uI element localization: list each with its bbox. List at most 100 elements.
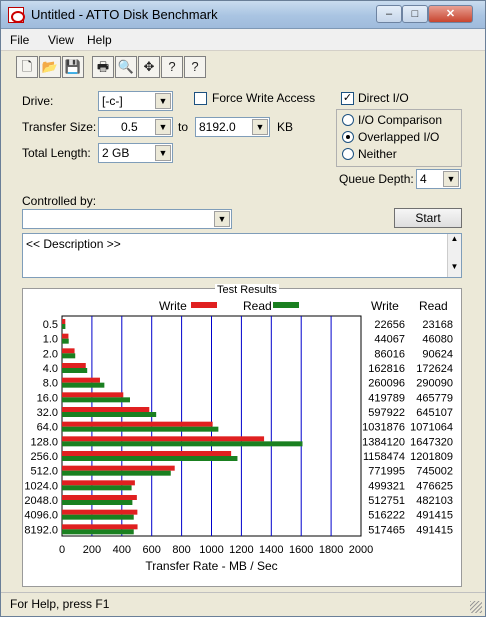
write-value: 162816 [368, 363, 405, 375]
atto-app-icon[interactable] [8, 7, 25, 23]
overlapped-io-radio[interactable] [342, 131, 354, 143]
resize-grip-icon[interactable] [470, 601, 482, 613]
close-button[interactable]: ✕ [428, 5, 473, 23]
minimize-button[interactable]: – [376, 5, 402, 23]
print-preview-icon[interactable]: 🔍 [115, 56, 137, 78]
read-value: 491415 [416, 510, 453, 522]
category-label: 2048.0 [24, 495, 58, 507]
write-value: 516222 [368, 510, 405, 522]
category-label: 1024.0 [24, 480, 58, 492]
chevron-down-icon[interactable]: ▼ [214, 211, 230, 227]
category-label: 16.0 [37, 392, 58, 404]
direct-io-label: Direct I/O [358, 91, 409, 105]
window-title: Untitled - ATTO Disk Benchmark [31, 7, 218, 22]
drive-value: [-c-] [102, 94, 123, 108]
read-value: 645107 [416, 407, 453, 419]
chevron-down-icon[interactable]: ▼ [155, 145, 171, 161]
queue-depth-select[interactable]: 4 ▼ [416, 169, 461, 189]
controlled-by-select[interactable]: ▼ [22, 209, 232, 229]
save-icon[interactable]: 💾 [62, 56, 84, 78]
test-results-panel: Write Read Write Read 0 200 400 600 800 1000 1200 1… [22, 288, 462, 587]
write-value: 1384120 [362, 436, 405, 448]
write-bar [62, 480, 135, 486]
scroll-down-icon[interactable]: ▼ [448, 262, 461, 271]
write-value: 419789 [368, 392, 405, 404]
read-value: 1201809 [410, 451, 453, 463]
write-bar [62, 509, 138, 515]
write-bar [62, 524, 138, 530]
read-bar [62, 514, 134, 520]
category-label: 4096.0 [24, 510, 58, 522]
read-bar [62, 456, 238, 461]
direct-io-checkbox[interactable]: ✓ [341, 92, 354, 105]
test-results-title: Test Results [215, 284, 279, 296]
chevron-down-icon[interactable]: ▼ [155, 93, 171, 109]
read-bar [62, 368, 88, 373]
scroll-up-icon[interactable]: ▲ [448, 234, 461, 243]
read-value: 476625 [416, 480, 453, 492]
x-tick-label: 1200 [229, 544, 253, 556]
x-tick-label: 1800 [319, 544, 343, 556]
menu-file[interactable]: File [10, 33, 29, 47]
status-text: For Help, press F1 [10, 597, 110, 611]
read-bar [62, 397, 131, 403]
drive-select[interactable]: [-c-] ▼ [98, 91, 173, 111]
category-label: 32.0 [37, 407, 58, 419]
overlapped-io-label: Overlapped I/O [358, 130, 440, 144]
category-label: 512.0 [30, 466, 58, 478]
app-window: Untitled - ATTO Disk Benchmark – □ ✕ Fil… [0, 0, 486, 617]
menu-help[interactable]: Help [87, 33, 112, 47]
move-icon[interactable]: ✥ [138, 56, 160, 78]
write-value: 771995 [368, 466, 405, 478]
write-column-header: Write [371, 299, 399, 313]
transfer-size-to-label: to [178, 120, 189, 134]
title-bar[interactable]: Untitled - ATTO Disk Benchmark – □ ✕ [1, 1, 485, 29]
x-tick-label: 600 [143, 544, 161, 556]
controlled-by-label: Controlled by: [22, 194, 97, 208]
force-write-label: Force Write Access [212, 91, 316, 105]
chevron-down-icon[interactable]: ▼ [252, 119, 268, 135]
neither-label: Neither [358, 147, 397, 161]
read-value: 23168 [422, 319, 453, 331]
read-bar [62, 529, 134, 535]
help-icon[interactable]: ? [161, 56, 183, 78]
maximize-button[interactable]: □ [402, 5, 428, 23]
read-bar [62, 324, 66, 329]
force-write-checkbox[interactable] [194, 92, 207, 105]
status-bar: For Help, press F1 [1, 592, 485, 616]
legend-write-label: Write [159, 299, 187, 313]
description-box[interactable]: << Description >> ▲ ▼ [22, 233, 462, 278]
read-bar [62, 382, 105, 388]
description-scrollbar[interactable]: ▲ ▼ [447, 234, 461, 277]
new-icon[interactable]: 🗋 [16, 56, 38, 78]
chevron-down-icon[interactable]: ▼ [155, 119, 171, 135]
start-button[interactable]: Start [394, 208, 462, 228]
x-tick-label: 200 [83, 544, 101, 556]
menu-view[interactable]: View [48, 33, 74, 47]
chevron-down-icon[interactable]: ▼ [443, 171, 459, 187]
transfer-size-from-select[interactable]: 0.5 ▼ [98, 117, 173, 137]
category-label: 4.0 [43, 363, 58, 375]
x-tick-label: 0 [59, 544, 65, 556]
write-value: 499321 [368, 480, 405, 492]
x-tick-label: 1000 [199, 544, 223, 556]
transfer-size-to-select[interactable]: 8192.0 ▼ [195, 117, 270, 137]
total-length-select[interactable]: 2 GB ▼ [98, 143, 173, 163]
category-label: 2.0 [43, 348, 58, 360]
io-comparison-radio[interactable] [342, 114, 354, 126]
x-tick-label: 1600 [289, 544, 313, 556]
write-bar [62, 465, 175, 471]
category-label: 64.0 [37, 422, 58, 434]
category-label: 1.0 [43, 334, 58, 346]
read-bar [62, 470, 171, 476]
read-bar [62, 441, 303, 447]
write-bar [62, 436, 265, 442]
write-value: 1158474 [363, 451, 405, 463]
print-icon[interactable]: 🖶 [92, 56, 114, 78]
context-help-icon[interactable]: ? [184, 56, 206, 78]
neither-radio[interactable] [342, 148, 354, 160]
read-bar [62, 412, 157, 417]
read-bar [62, 500, 133, 505]
open-icon[interactable]: 📂 [39, 56, 61, 78]
x-tick-label: 1400 [259, 544, 283, 556]
